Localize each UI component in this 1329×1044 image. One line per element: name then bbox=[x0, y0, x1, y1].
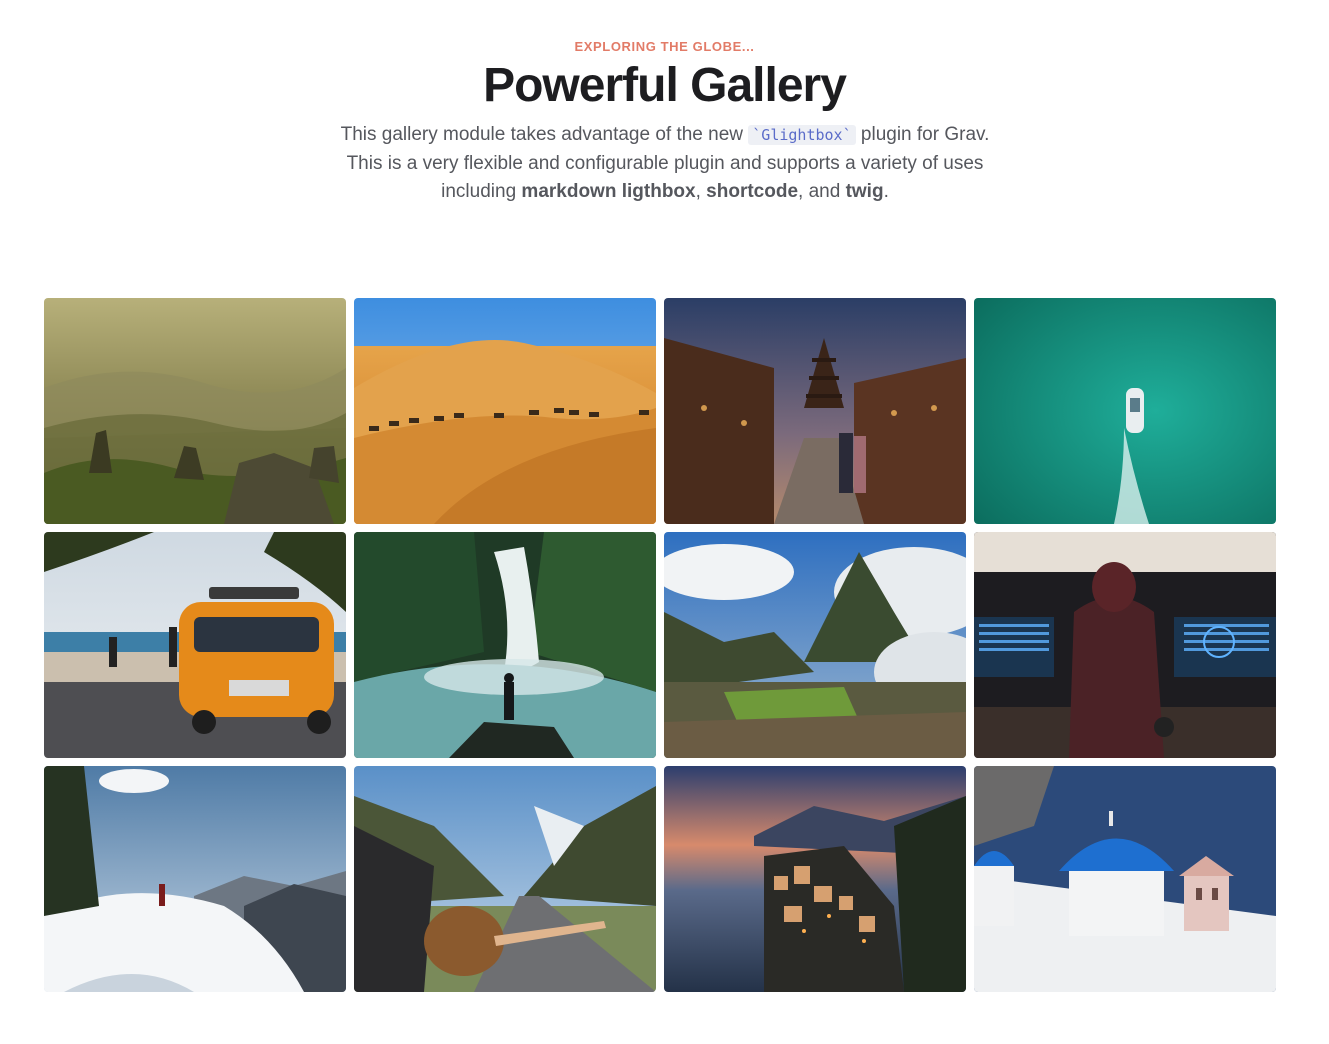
camper-van-photo bbox=[44, 532, 346, 758]
page-title: Powerful Gallery bbox=[483, 59, 847, 112]
gallery-image-machu-picchu[interactable] bbox=[664, 532, 966, 758]
gallery-image-cinque-terre[interactable] bbox=[664, 766, 966, 992]
intro-text-5: . bbox=[883, 181, 889, 202]
boat-sea-photo bbox=[974, 298, 1276, 524]
gallery-image-road-trip[interactable] bbox=[354, 766, 656, 992]
intro-text-3: , bbox=[695, 181, 707, 202]
gallery-image-boat-sea[interactable] bbox=[974, 298, 1276, 524]
snowy-mountain-photo bbox=[44, 766, 346, 992]
santorini-photo bbox=[974, 766, 1276, 992]
gallery-image-kyoto-street[interactable] bbox=[664, 298, 966, 524]
waterfall-photo bbox=[354, 532, 656, 758]
cinque-terre-photo bbox=[664, 766, 966, 992]
glightbox-code: `Glightbox` bbox=[748, 125, 856, 145]
image-gallery-grid bbox=[44, 298, 1276, 992]
section-kicker: EXPLORING THE GLOBE... bbox=[574, 39, 755, 54]
gallery-image-santorini[interactable] bbox=[974, 766, 1276, 992]
gallery-image-desert-camels[interactable] bbox=[354, 298, 656, 524]
gallery-page: EXPLORING THE GLOBE... Powerful Gallery … bbox=[0, 0, 1329, 1044]
gallery-image-snowy-mountain[interactable] bbox=[44, 766, 346, 992]
kyoto-street-photo bbox=[664, 298, 966, 524]
intro-paragraph: This gallery module takes advantage of t… bbox=[340, 121, 990, 207]
gallery-image-departures-board[interactable] bbox=[974, 532, 1276, 758]
gallery-image-mountain-valley[interactable] bbox=[44, 298, 346, 524]
gallery-image-camper-van[interactable] bbox=[44, 532, 346, 758]
departures-board-photo bbox=[974, 532, 1276, 758]
intro-text-1: This gallery module takes advantage of t… bbox=[340, 124, 749, 145]
shortcode-bold: shortcode bbox=[706, 181, 799, 202]
markdown-lightbox-bold: markdown ligthbox bbox=[521, 181, 696, 202]
intro-text-4: , and bbox=[798, 181, 846, 202]
road-trip-photo bbox=[354, 766, 656, 992]
machu-picchu-photo bbox=[664, 532, 966, 758]
gallery-image-waterfall[interactable] bbox=[354, 532, 656, 758]
mountain-valley-photo bbox=[44, 298, 346, 524]
twig-bold: twig bbox=[845, 181, 884, 202]
desert-camels-photo bbox=[354, 298, 656, 524]
